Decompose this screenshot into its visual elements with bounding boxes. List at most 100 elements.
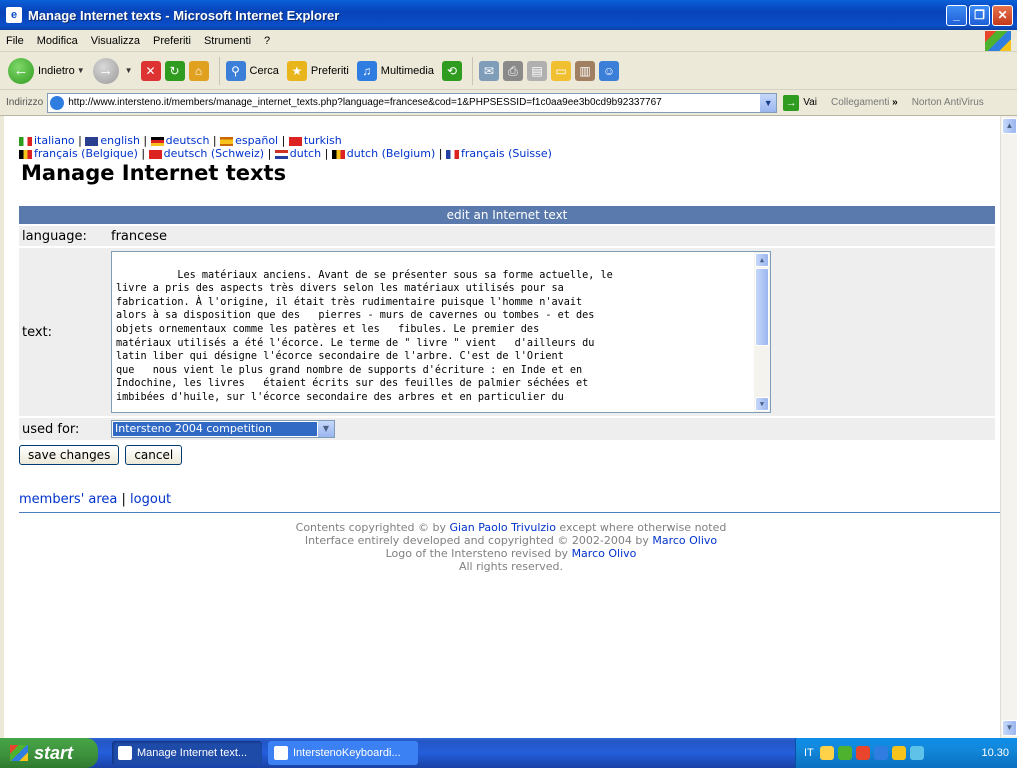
forward-arrow-icon: → bbox=[92, 57, 119, 84]
tray-icon[interactable] bbox=[909, 746, 924, 760]
text-label: text: bbox=[22, 324, 53, 340]
back-label: Indietro bbox=[38, 64, 75, 77]
logout-link[interactable]: logout bbox=[130, 492, 171, 507]
scroll-thumb[interactable] bbox=[755, 268, 769, 346]
minimize-button[interactable]: _ bbox=[946, 4, 967, 26]
trivulzio-link[interactable]: Gian Paolo Trivulzio bbox=[449, 521, 555, 534]
task-label: InterstenoKeyboardi... bbox=[293, 747, 401, 759]
textarea-scrollbar[interactable]: ▲ ▼ bbox=[754, 252, 770, 412]
address-input[interactable]: http://www.intersteno.it/members/manage_… bbox=[47, 92, 778, 113]
go-button[interactable]: → Vai bbox=[783, 94, 817, 111]
back-dropdown-icon[interactable]: ▼ bbox=[77, 66, 85, 75]
tray-icon[interactable] bbox=[837, 746, 852, 760]
refresh-icon[interactable]: ↻ bbox=[164, 60, 185, 81]
text-content: Les matériaux anciens. Avant de se prése… bbox=[116, 269, 613, 403]
address-url[interactable]: http://www.intersteno.it/members/manage_… bbox=[68, 97, 760, 108]
links-label: Collegamenti bbox=[830, 97, 890, 108]
favorites-button[interactable]: ★ Preferiti bbox=[286, 60, 349, 81]
menu-modifica[interactable]: Modifica bbox=[37, 35, 78, 47]
links-toolbar[interactable]: Collegamenti » bbox=[831, 97, 898, 108]
start-label: start bbox=[34, 742, 74, 763]
lang-link-dutch-belgium[interactable]: dutch (Belgium) bbox=[347, 147, 435, 160]
chevron-down-icon[interactable]: ▼ bbox=[318, 421, 334, 437]
cancel-button[interactable]: cancel bbox=[125, 445, 183, 465]
windows-logo-icon bbox=[985, 30, 1011, 51]
scroll-down-icon[interactable]: ▼ bbox=[1002, 720, 1017, 736]
toolbar: ← Indietro ▼ → ▼ ✕ ↻ ⌂ ⚲ Cerca ★ Preferi… bbox=[0, 52, 1017, 90]
copyright-text: Logo of the Intersteno revised by bbox=[385, 547, 572, 560]
language-links: italiano | english | deutsch | español |… bbox=[19, 134, 979, 160]
discuss-icon[interactable]: ▭ bbox=[550, 60, 571, 81]
menu-file[interactable]: File bbox=[6, 35, 24, 47]
lang-link-deutsch-schweiz[interactable]: deutsch (Schweiz) bbox=[164, 147, 264, 160]
menu-help[interactable]: ? bbox=[264, 35, 270, 47]
menu-visualizza[interactable]: Visualizza bbox=[91, 35, 140, 47]
page-scrollbar[interactable]: ▲ ▼ bbox=[1000, 116, 1017, 738]
print-icon[interactable]: ⎙ bbox=[502, 60, 523, 81]
dutch-flag-icon bbox=[274, 149, 288, 159]
mail-icon[interactable]: ✉ bbox=[478, 60, 499, 81]
star-icon: ★ bbox=[286, 60, 307, 81]
norton-toolbar[interactable]: Norton AntiVirus bbox=[912, 97, 984, 108]
tray-icon[interactable] bbox=[819, 746, 834, 760]
lang-link-italiano[interactable]: italiano bbox=[34, 134, 75, 147]
forward-dropdown-icon[interactable]: ▼ bbox=[125, 66, 133, 75]
forward-button[interactable]: → ▼ bbox=[92, 57, 133, 84]
text-textarea[interactable]: Les matériaux anciens. Avant de se prése… bbox=[111, 251, 771, 413]
lang-link-francais-suisse[interactable]: français (Suisse) bbox=[461, 147, 552, 160]
olivo-link[interactable]: Marco Olivo bbox=[572, 547, 637, 560]
maximize-button[interactable]: ❐ bbox=[969, 4, 990, 26]
history-icon[interactable]: ⟲ bbox=[441, 60, 462, 81]
lang-link-english[interactable]: english bbox=[100, 134, 140, 147]
scroll-down-icon[interactable]: ▼ bbox=[755, 397, 769, 411]
belgian-flag-icon bbox=[19, 149, 32, 159]
scroll-up-icon[interactable]: ▲ bbox=[755, 253, 769, 267]
close-button[interactable]: ✕ bbox=[992, 4, 1013, 26]
used-for-select[interactable]: Intersteno 2004 competition ▼ bbox=[111, 420, 335, 438]
lang-link-turkish[interactable]: turkish bbox=[304, 134, 342, 147]
media-label: Multimedia bbox=[380, 64, 434, 77]
copyright-text: except where otherwise noted bbox=[555, 521, 727, 534]
used-for-row: used for: Intersteno 2004 competition ▼ bbox=[19, 418, 995, 440]
scroll-up-icon[interactable]: ▲ bbox=[1002, 118, 1017, 134]
lang-link-francais-belgique[interactable]: français (Belgique) bbox=[34, 147, 138, 160]
menu-preferiti[interactable]: Preferiti bbox=[153, 35, 191, 47]
media-icon: ♫ bbox=[356, 60, 377, 81]
search-button[interactable]: ⚲ Cerca bbox=[225, 60, 279, 81]
input-language[interactable]: IT bbox=[804, 747, 814, 759]
messenger-icon[interactable]: ☺ bbox=[598, 60, 619, 81]
tray-icon[interactable] bbox=[855, 746, 870, 760]
language-value: francese bbox=[111, 228, 168, 244]
taskbar-item-word[interactable]: InterstenoKeyboardi... bbox=[268, 741, 418, 765]
lang-link-deutsch[interactable]: deutsch bbox=[166, 134, 210, 147]
lang-link-espanol[interactable]: español bbox=[235, 134, 278, 147]
save-changes-button[interactable]: save changes bbox=[19, 445, 120, 465]
media-button[interactable]: ♫ Multimedia bbox=[356, 60, 434, 81]
task-label: Manage Internet text... bbox=[137, 747, 248, 759]
stop-icon[interactable]: ✕ bbox=[140, 60, 161, 81]
edit-icon[interactable]: ▤ bbox=[526, 60, 547, 81]
ie-app-icon: e bbox=[6, 7, 22, 23]
tray-icon[interactable] bbox=[873, 746, 888, 760]
menu-strumenti[interactable]: Strumenti bbox=[204, 35, 251, 47]
home-icon[interactable]: ⌂ bbox=[188, 60, 209, 81]
start-button[interactable]: start bbox=[0, 738, 98, 768]
toolbar-separator bbox=[218, 56, 220, 85]
window-titlebar[interactable]: e Manage Internet texts - Microsoft Inte… bbox=[0, 0, 1017, 30]
members-area-link[interactable]: members' area bbox=[19, 492, 117, 507]
olivo-link[interactable]: Marco Olivo bbox=[652, 534, 717, 547]
taskbar-item-ie[interactable]: Manage Internet text... bbox=[112, 741, 262, 765]
copyright-text: Contents copyrighted © by bbox=[295, 521, 450, 534]
menu-bar: File Modifica Visualizza Preferiti Strum… bbox=[0, 30, 1017, 52]
swiss-flag-icon bbox=[148, 149, 162, 159]
ie-icon bbox=[118, 746, 132, 760]
back-button[interactable]: ← Indietro ▼ bbox=[8, 57, 85, 84]
research-icon[interactable]: ▥ bbox=[574, 60, 595, 81]
uk-flag-icon bbox=[84, 135, 100, 147]
tray-icon[interactable] bbox=[891, 746, 906, 760]
word-icon bbox=[274, 746, 288, 760]
address-dropdown-icon[interactable]: ▼ bbox=[760, 93, 777, 112]
lang-link-dutch[interactable]: dutch bbox=[290, 147, 321, 160]
italian-flag-icon bbox=[19, 136, 32, 146]
text-row: text: Les matériaux anciens. Avant de se… bbox=[19, 248, 995, 416]
